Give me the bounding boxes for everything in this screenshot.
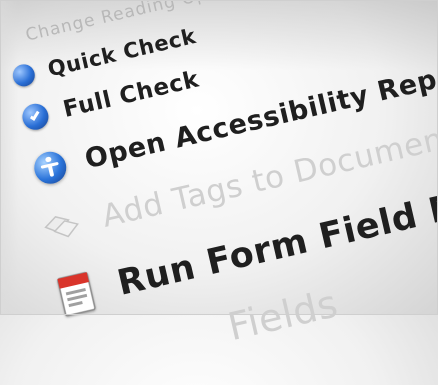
- menu-item-label: Full Check: [60, 66, 202, 123]
- tags-icon: [39, 206, 86, 248]
- menu-item-fields[interactable]: Fields: [224, 281, 342, 349]
- menu-item-label: Fields: [223, 281, 343, 350]
- document-icon: [53, 267, 102, 321]
- left-edge-blur: [0, 0, 18, 315]
- accessibility-icon: [31, 148, 70, 187]
- checkmark-icon: [19, 101, 52, 133]
- blue-dot-icon: [10, 62, 38, 89]
